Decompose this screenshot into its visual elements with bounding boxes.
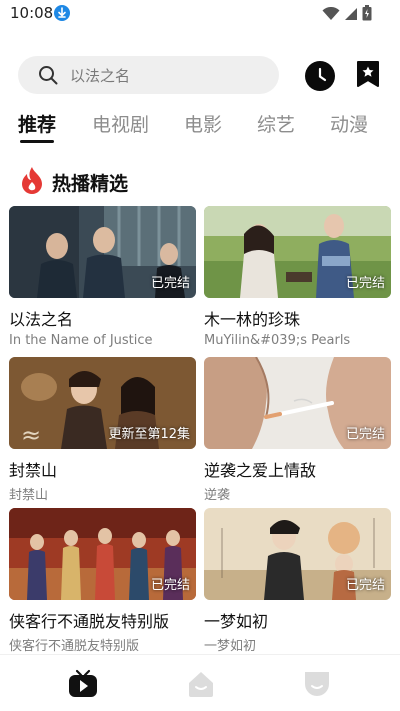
nav-home[interactable] xyxy=(186,669,216,699)
search-icon xyxy=(38,65,58,89)
nav-profile[interactable] xyxy=(302,669,332,699)
video-subtitle: In the Name of Justice xyxy=(9,333,153,348)
search-placeholder: 以法之名 xyxy=(70,67,131,85)
history-button[interactable] xyxy=(305,61,335,91)
video-title[interactable]: 逆袭之爱上情敌 xyxy=(204,457,391,481)
video-card[interactable]: 已完结 木一林的珍珠 MuYilin&#039;s Pearls xyxy=(204,206,391,348)
video-title[interactable]: 封禁山 xyxy=(9,457,196,481)
episode-status-badge: 已完结 xyxy=(345,427,385,442)
video-thumbnail[interactable]: 已完结 xyxy=(204,206,391,298)
episode-status-badge: 更新至第12集 xyxy=(108,427,190,442)
tv-play-icon xyxy=(68,669,98,703)
tab-variety[interactable]: 综艺 xyxy=(257,110,295,137)
video-thumbnail[interactable]: ≈ 更新至第12集 xyxy=(9,357,196,449)
wifi-icon xyxy=(322,6,340,25)
home-icon xyxy=(186,672,216,703)
bookmark-star-icon xyxy=(356,61,380,92)
video-title[interactable]: 一梦如初 xyxy=(204,608,391,632)
clock-icon xyxy=(305,67,335,95)
video-title[interactable]: 侠客行不通脱友特别版 xyxy=(9,608,196,632)
search-input[interactable]: 以法之名 xyxy=(18,56,279,94)
fire-icon xyxy=(20,166,44,198)
bookmark-button[interactable] xyxy=(356,60,380,88)
video-subtitle: 侠客行不通脱友特别版 xyxy=(9,639,140,654)
category-tabs: 推荐 电视剧 电影 综艺 动漫 xyxy=(0,110,400,146)
signal-icon xyxy=(344,6,358,25)
video-subtitle: 逆袭 xyxy=(204,488,231,503)
video-title[interactable]: 以法之名 xyxy=(9,306,196,330)
status-bar: 10:08 xyxy=(0,0,400,28)
section-title: 热播精选 xyxy=(52,173,129,195)
video-card[interactable]: 已完结 逆袭之爱上情敌 逆袭 xyxy=(204,357,391,503)
search-row: 以法之名 xyxy=(0,56,400,96)
active-tab-indicator xyxy=(20,140,54,143)
video-thumbnail[interactable]: 已完结 xyxy=(9,508,196,600)
profile-icon xyxy=(302,672,332,703)
video-subtitle: 一梦如初 xyxy=(204,639,257,654)
episode-status-badge: 已完结 xyxy=(150,276,190,291)
video-card[interactable]: 已完结 以法之名 In the Name of Justice xyxy=(9,206,196,348)
video-subtitle: MuYilin&#039;s Pearls xyxy=(204,333,351,348)
svg-text:≈: ≈ xyxy=(21,421,41,449)
battery-icon xyxy=(362,5,372,25)
tab-recommend[interactable]: 推荐 xyxy=(18,110,56,137)
nav-play[interactable] xyxy=(68,669,98,699)
video-title[interactable]: 木一林的珍珠 xyxy=(204,306,391,330)
tab-movies[interactable]: 电影 xyxy=(184,110,222,137)
episode-status-badge: 已完结 xyxy=(345,578,385,593)
video-subtitle: 封禁山 xyxy=(9,488,49,503)
status-time: 10:08 xyxy=(10,4,54,22)
video-card[interactable]: ≈ 更新至第12集 封禁山 封禁山 xyxy=(9,357,196,503)
video-thumbnail[interactable]: 已完结 xyxy=(204,508,391,600)
download-icon xyxy=(54,5,70,21)
bottom-navigation xyxy=(0,654,400,711)
video-thumbnail[interactable]: 已完结 xyxy=(9,206,196,298)
tab-anime[interactable]: 动漫 xyxy=(330,110,368,137)
video-card[interactable]: 已完结 一梦如初 一梦如初 xyxy=(204,508,391,654)
tab-tv-series[interactable]: 电视剧 xyxy=(92,110,149,137)
video-card[interactable]: 已完结 侠客行不通脱友特别版 侠客行不通脱友特别版 xyxy=(9,508,196,654)
episode-status-badge: 已完结 xyxy=(345,276,385,291)
video-thumbnail[interactable]: 已完结 xyxy=(204,357,391,449)
episode-status-badge: 已完结 xyxy=(150,578,190,593)
